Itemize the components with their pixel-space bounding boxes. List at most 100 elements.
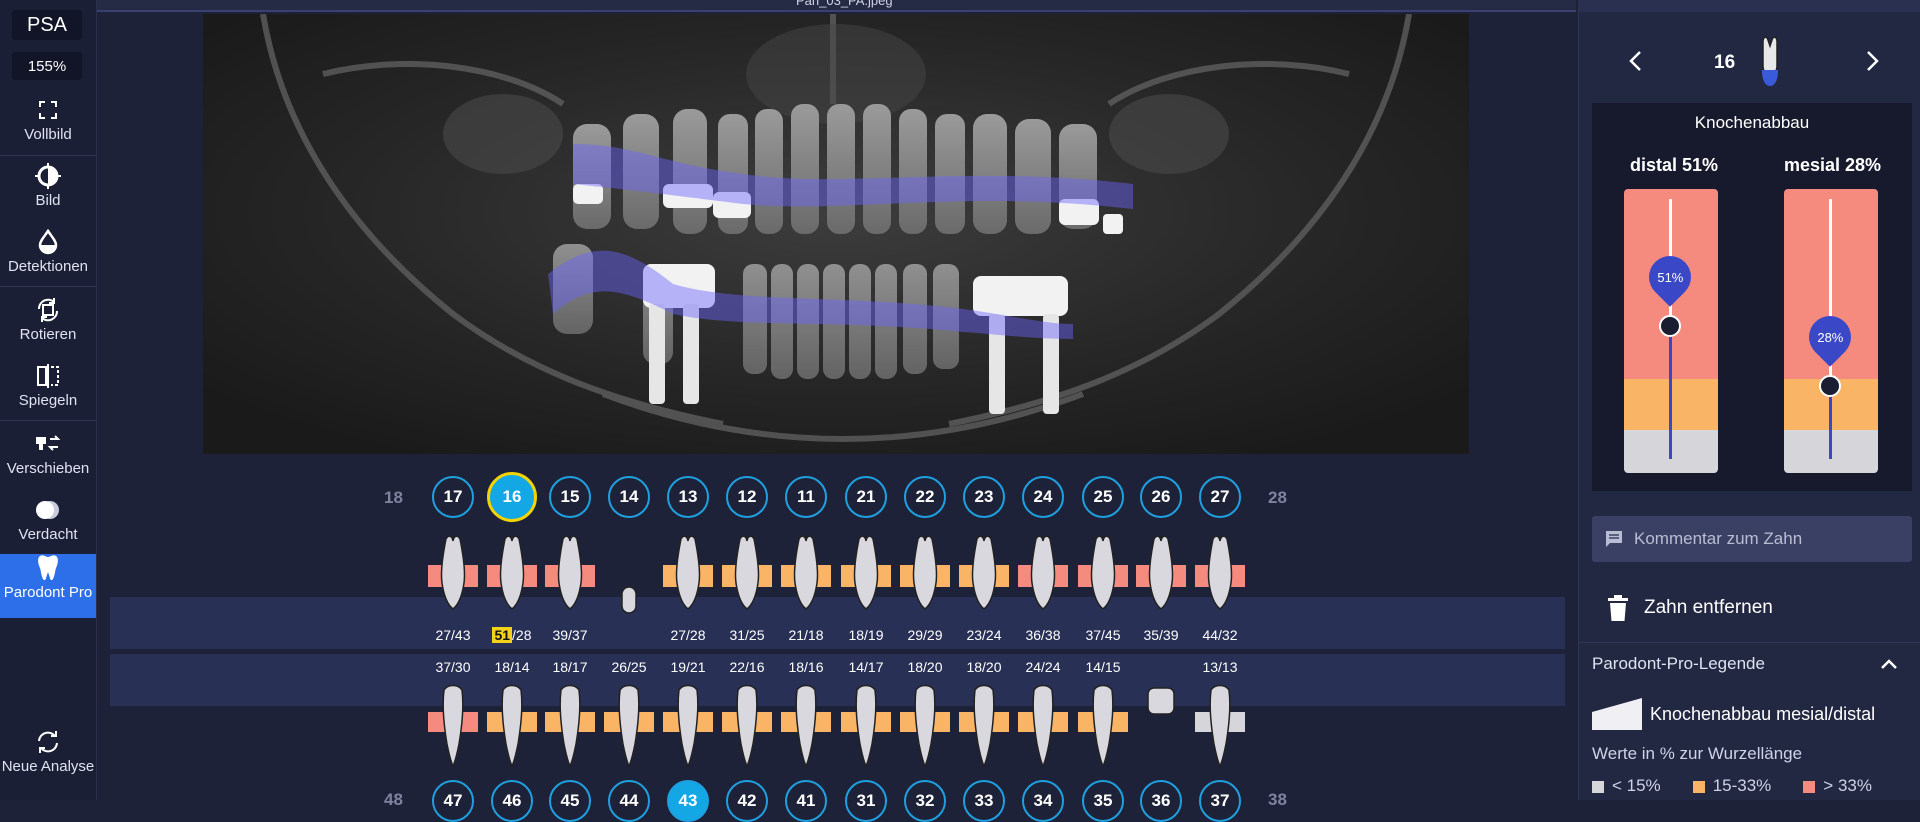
upper-tooth-24[interactable]: [1018, 535, 1068, 615]
tooth-button-31[interactable]: 31: [845, 780, 887, 822]
comment-placeholder: Kommentar zum Zahn: [1634, 529, 1803, 548]
upper-tooth-25[interactable]: [1078, 535, 1128, 615]
tooth-button-43[interactable]: 43: [667, 780, 709, 822]
lower-tooth-32[interactable]: [900, 684, 950, 768]
next-tooth-button[interactable]: [1866, 50, 1880, 77]
lower-tooth-36[interactable]: [1136, 684, 1186, 768]
tooth-button-44[interactable]: 44: [608, 780, 650, 822]
upper-tooth-21[interactable]: [841, 535, 891, 615]
lower-tooth-37[interactable]: [1195, 684, 1245, 768]
tooth-button-21[interactable]: 21: [845, 476, 887, 518]
tooth-button-27[interactable]: 27: [1199, 476, 1241, 518]
lower-tooth-45[interactable]: [545, 684, 595, 768]
lower-tooth-44[interactable]: [604, 684, 654, 768]
tooth-button-16[interactable]: 16: [487, 472, 537, 522]
tooth-button-32[interactable]: 32: [904, 780, 946, 822]
lower-tooth-35[interactable]: [1078, 684, 1128, 768]
refresh-icon: [36, 728, 60, 756]
tooth-button-25[interactable]: 25: [1082, 476, 1124, 518]
mesial-slider[interactable]: 28%: [1784, 189, 1878, 473]
previous-tooth-button[interactable]: [1628, 50, 1642, 77]
upper-tooth-12[interactable]: [722, 535, 772, 615]
tooth-button-17[interactable]: 17: [432, 476, 474, 518]
tooth-button-41[interactable]: 41: [785, 780, 827, 822]
tooth-button-45[interactable]: 45: [549, 780, 591, 822]
tooth-number-18[interactable]: 18: [384, 488, 403, 508]
upper-measure-27: 44/32: [1202, 627, 1238, 643]
tooth-number-28[interactable]: 28: [1268, 488, 1287, 508]
tooth-button-15[interactable]: 15: [549, 476, 591, 518]
tooth-button-11[interactable]: 11: [785, 476, 827, 518]
tooth-button-12[interactable]: 12: [726, 476, 768, 518]
bone-loss-card: Knochenabbau distal 51% mesial 28% 51% 2…: [1592, 103, 1912, 491]
upper-tooth-15[interactable]: [545, 535, 595, 615]
upper-tooth-17[interactable]: [428, 535, 478, 615]
panoramic-xray[interactable]: [203, 14, 1469, 454]
tooth-button-13[interactable]: 13: [667, 476, 709, 518]
tooth-button-34[interactable]: 34: [1022, 780, 1064, 822]
upper-tooth-11[interactable]: [781, 535, 831, 615]
lower-measure-47: 37/30: [435, 659, 471, 675]
brightness-icon: [35, 162, 61, 190]
chevron-left-icon: [1629, 51, 1641, 71]
tooth-button-42[interactable]: 42: [726, 780, 768, 822]
lower-measure-46: 18/14: [494, 659, 530, 675]
tooth-button-23[interactable]: 23: [963, 476, 1005, 518]
fullscreen-button[interactable]: Vollbild: [0, 96, 96, 158]
chevron-right-icon: [1867, 51, 1879, 71]
trash-icon: [1608, 595, 1628, 621]
tooth-button-37[interactable]: 37: [1199, 780, 1241, 822]
new-analysis-button[interactable]: Neue Analyse: [0, 728, 96, 790]
tooth-button-22[interactable]: 22: [904, 476, 946, 518]
zoom-level[interactable]: 155%: [12, 52, 82, 80]
detections-button[interactable]: Detektionen: [0, 228, 96, 290]
suspicion-icon: [34, 496, 62, 524]
upper-tooth-27[interactable]: [1195, 535, 1245, 615]
remove-tooth-label: Zahn entfernen: [1644, 597, 1773, 618]
lower-tooth-47[interactable]: [428, 684, 478, 768]
upper-tooth-13[interactable]: [663, 535, 713, 615]
lower-tooth-33[interactable]: [959, 684, 1009, 768]
lower-tooth-31[interactable]: [841, 684, 891, 768]
upper-tooth-22[interactable]: [900, 535, 950, 615]
tooth-button-26[interactable]: 26: [1140, 476, 1182, 518]
mirror-label: Spiegeln: [18, 392, 78, 409]
mirror-button[interactable]: Spiegeln: [0, 362, 96, 424]
lower-tooth-41[interactable]: [781, 684, 831, 768]
tooth-icon: [36, 554, 60, 582]
lower-tooth-42[interactable]: [722, 684, 772, 768]
tooth-button-14[interactable]: 14: [608, 476, 650, 518]
image-button[interactable]: Bild: [0, 162, 96, 224]
tooth-number-38[interactable]: 38: [1268, 790, 1287, 810]
upper-tooth-23[interactable]: [959, 535, 1009, 615]
parodont-pro-button[interactable]: Parodont Pro: [0, 554, 96, 618]
lower-tooth-43[interactable]: [663, 684, 713, 768]
distal-slider[interactable]: 51%: [1624, 189, 1718, 473]
tooth-button-33[interactable]: 33: [963, 780, 1005, 822]
divider: [0, 420, 96, 421]
lower-measure-35: 14/15: [1085, 659, 1121, 675]
upper-measure-16: 51/28: [492, 627, 532, 643]
lower-measure-32: 18/20: [907, 659, 943, 675]
lower-tooth-34[interactable]: [1018, 684, 1068, 768]
tooth-button-35[interactable]: 35: [1082, 780, 1124, 822]
upper-tooth-14[interactable]: [604, 535, 654, 615]
comment-field[interactable]: Kommentar zum Zahn: [1592, 516, 1912, 562]
shift-button[interactable]: Verschieben: [0, 430, 96, 492]
remove-tooth-button[interactable]: Zahn entfernen: [1578, 582, 1920, 634]
upper-measure-22: 29/29: [907, 627, 943, 643]
upper-tooth-16[interactable]: [487, 535, 537, 615]
tooth-button-24[interactable]: 24: [1022, 476, 1064, 518]
legend-header[interactable]: Parodont-Pro-Legende: [1578, 642, 1920, 685]
upper-tooth-26[interactable]: [1136, 535, 1186, 615]
psa-button[interactable]: PSA: [12, 10, 82, 40]
lower-tooth-46[interactable]: [487, 684, 537, 768]
suspicion-button[interactable]: Verdacht: [0, 496, 96, 558]
tooth-button-46[interactable]: 46: [491, 780, 533, 822]
rotate-button[interactable]: Rotieren: [0, 296, 96, 358]
tooth-number-48[interactable]: 48: [384, 790, 403, 810]
tooth-button-36[interactable]: 36: [1140, 780, 1182, 822]
parodont-pro-label: Parodont Pro: [3, 584, 93, 601]
tooth-button-47[interactable]: 47: [432, 780, 474, 822]
image-label: Bild: [35, 192, 61, 209]
